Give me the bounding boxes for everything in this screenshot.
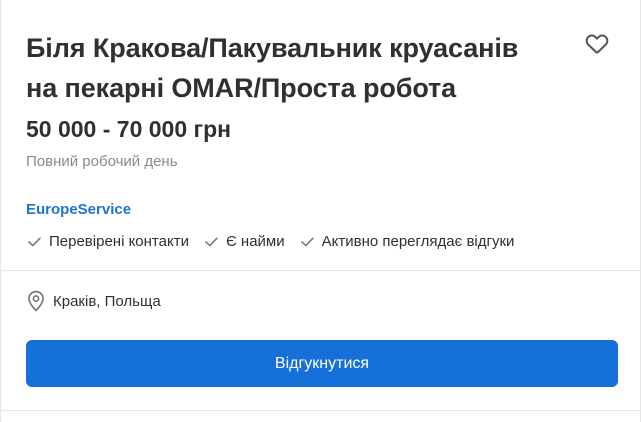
check-icon	[205, 236, 218, 246]
salary: 50 000 - 70 000 грн	[26, 116, 232, 142]
vacancy-title[interactable]: Біля Кракова/Пакувальник круасанів на пе…	[26, 28, 586, 108]
badge-verified-contacts: Перевірені контакти	[28, 233, 189, 250]
heart-icon	[585, 34, 609, 54]
location-label: Краків, Польща	[53, 292, 161, 310]
vacancy-title-line-1[interactable]: Біля Кракова/Пакувальник круасанів	[26, 28, 586, 68]
check-icon	[300, 236, 314, 246]
badge-label: Активно переглядає відгуки	[321, 233, 515, 250]
vacancy-card: Біля Кракова/Пакувальник круасанів на пе…	[0, 0, 641, 422]
favorite-button[interactable]	[584, 31, 610, 55]
check-icon	[28, 236, 41, 246]
badge-label: Є найми	[225, 233, 285, 250]
location-pin-icon	[28, 290, 44, 312]
badge-hires: Є найми	[205, 233, 285, 250]
location: Краків, Польща	[27, 290, 161, 312]
divider	[1, 270, 641, 271]
company-link[interactable]: EuropeService	[26, 201, 131, 218]
schedule: Повний робочий день	[26, 153, 178, 170]
badges-list: Перевірені контакти Є найми Активно пере…	[28, 233, 530, 250]
vacancy-header: Біля Кракова/Пакувальник круасанів на пе…	[26, 28, 586, 108]
apply-button[interactable]: Відгукнутися	[26, 340, 618, 387]
badge-active-responses: Активно переглядає відгуки	[300, 233, 515, 250]
vacancy-title-line-2[interactable]: на пекарні OMAR/Проста робота	[26, 68, 586, 108]
badge-label: Перевірені контакти	[49, 233, 189, 250]
divider	[1, 410, 641, 411]
